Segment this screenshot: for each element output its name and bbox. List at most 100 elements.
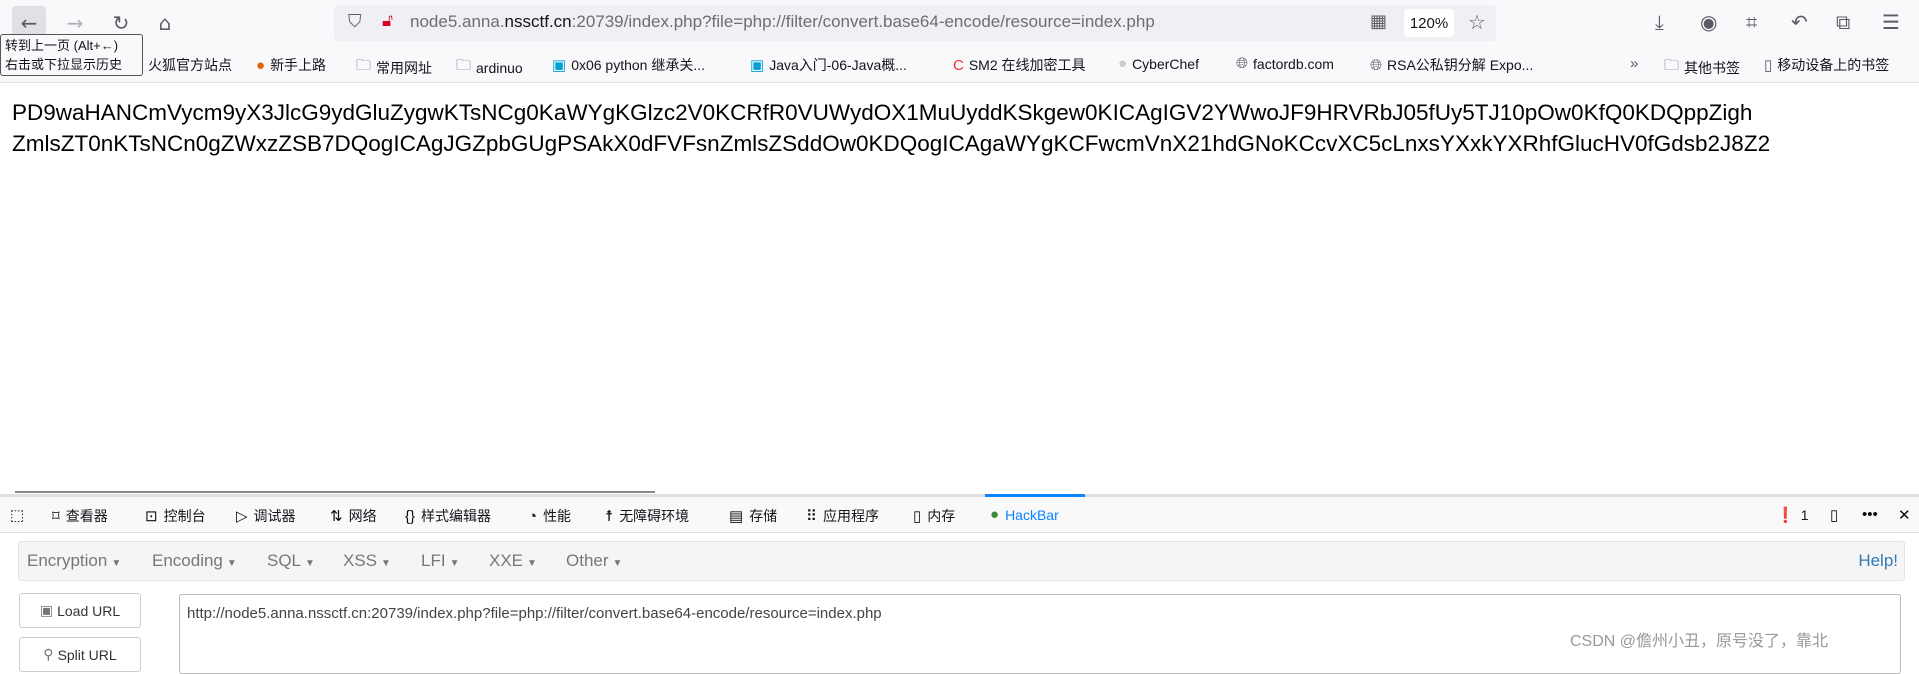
bookmark-item[interactable]: 🌐︎ RSA公私钥分解 Expo... [1370, 55, 1533, 75]
caret-down-icon: ▼ [226, 558, 237, 569]
qr-code-icon[interactable]: ▦ [1370, 11, 1387, 32]
close-icon: ✕ [1898, 507, 1911, 524]
gauge-icon: ◔ [528, 507, 538, 525]
hackbar-menu: Encryption ▼ Encoding ▼ SQL ▼ XSS ▼ LFI ▼ XXE… [18, 541, 1905, 581]
active-tab-indicator [985, 494, 1085, 497]
menu-icon[interactable]: ☰ [1882, 10, 1900, 34]
zoom-level-button[interactable]: 120% [1404, 9, 1454, 37]
bookmark-folder[interactable]: ▯ 移动设备上的书签 [1764, 55, 1889, 75]
horizontal-scrollbar[interactable] [15, 491, 655, 493]
tab-performance[interactable]: ◔ 性能 [528, 506, 571, 526]
split-icon: ⚲ [43, 646, 54, 662]
globe-icon: 🌐︎ [1236, 55, 1249, 72]
menu-encoding[interactable]: Encoding ▼ [152, 551, 237, 571]
storage-icon: ▤ [729, 508, 744, 525]
bookmark-item[interactable]: ● CyberChef [1118, 55, 1199, 72]
url-text[interactable]: node5.anna.nssctf.cn:20739/index.php?fil… [410, 12, 1155, 32]
inspector-icon: ⌑ [52, 508, 60, 525]
shield-icon[interactable]: ⛉ [348, 11, 362, 32]
element-picker-button[interactable]: ⬚ [10, 506, 24, 524]
devtools-tabbar: ⬚ ⌑ 查看器 ⊡ 控制台 ▷ 调试器 ⇅ 网络 {} 样式编辑器 ◔ 性能 ☨ 无障碍环境 … [0, 494, 1919, 533]
download-icon[interactable]: ⤓ [1655, 10, 1664, 34]
menu-encryption[interactable]: Encryption ▼ [27, 551, 121, 571]
load-icon: ▣ [39, 602, 54, 618]
chef-hat-icon: ● [1118, 55, 1128, 72]
bookmark-item[interactable]: ●火狐官方站点 [134, 55, 232, 75]
bookmark-folder[interactable]: 🗀 其他书签 [1664, 55, 1740, 80]
console-icon: ⊡ [145, 508, 158, 525]
nav-toolbar: ← → ↻ ⌂ ⛉ 🔓︎ node5.anna.nssctf.cn:20739/… [0, 0, 1919, 46]
caret-down-icon: ▼ [305, 558, 315, 569]
home-button[interactable]: ⌂ [148, 6, 182, 40]
back-tooltip: 转到上一页 (Alt+←) 右击或下拉显示历史 [0, 34, 143, 76]
menu-lfi[interactable]: LFI ▼ [421, 551, 459, 571]
close-devtools-button[interactable]: ✕ [1898, 506, 1911, 524]
dock-icon: ▯ [1830, 507, 1839, 524]
dock-button[interactable]: ▯ [1830, 506, 1838, 524]
watermark: CSDN @儋州小丑，原号没了，靠北 [1570, 633, 1829, 650]
debugger-icon: ▷ [236, 508, 248, 525]
caret-down-icon: ▼ [527, 558, 537, 569]
more-bookmarks-chevron-icon[interactable]: » [1630, 55, 1638, 72]
bilibili-icon: ▣ [750, 57, 765, 74]
folder-icon: 🗀 [456, 57, 472, 74]
bookmarks-bar: ●火狐官方站点 ●新手上路 🗀常用网址 🗀ardinuo ▣0x06 pytho… [0, 46, 1919, 83]
tab-network[interactable]: ⇅ 网络 [330, 506, 377, 526]
tab-hackbar[interactable]: ● HackBar [990, 506, 1059, 523]
bookmark-item[interactable]: ● 新手上路 [256, 55, 326, 75]
globe-icon: 🌐︎ [1370, 56, 1383, 74]
url-bar[interactable]: ⛉ 🔓︎ node5.anna.nssctf.cn:20739/index.ph… [334, 5, 1496, 41]
folder-icon: 🗀 [1664, 57, 1680, 74]
grid-icon: ⠿ [806, 508, 817, 525]
bookmark-item[interactable]: ▣ 0x06 python 继承关... [552, 55, 705, 75]
page-content: PD9waHANCmVycm9yX3JlcG9ydGluZygwKTsNCg0K… [12, 97, 1919, 159]
bookmark-item[interactable]: ▣ Java入门-06-Java概... [750, 55, 907, 75]
caret-down-icon: ▼ [612, 558, 623, 569]
account-icon[interactable]: ◉ [1700, 10, 1717, 34]
folder-icon: 🗀 [356, 57, 372, 74]
tab-inspector[interactable]: ⌑ 查看器 [52, 506, 108, 526]
bookmark-item[interactable]: C SM2 在线加密工具 [953, 55, 1086, 75]
network-icon: ⇅ [330, 508, 343, 525]
devtools-panel: ⬚ ⌑ 查看器 ⊡ 控制台 ▷ 调试器 ⇅ 网络 {} 样式编辑器 ◔ 性能 ☨ 无障碍环境 … [0, 494, 1919, 674]
picker-icon: ⬚ [10, 507, 25, 524]
load-url-button[interactable]: ▣ Load URL [19, 593, 141, 628]
firefox-icon: ● [256, 56, 266, 74]
bookmark-item[interactable]: 🌐︎ factordb.com [1236, 55, 1334, 72]
undo-icon[interactable]: ↶ [1791, 10, 1808, 34]
extensions-icon[interactable]: ⧉ [1836, 10, 1850, 34]
tab-application[interactable]: ⠿ 应用程序 [806, 506, 879, 526]
star-icon[interactable]: ☆ [1468, 10, 1486, 34]
menu-xxe[interactable]: XXE ▼ [489, 551, 537, 571]
memory-icon: ▯ [913, 508, 922, 525]
caret-down-icon: ▼ [381, 558, 391, 569]
tab-console[interactable]: ⊡ 控制台 [145, 506, 206, 526]
bilibili-icon: ▣ [552, 57, 567, 74]
insecure-lock-icon[interactable]: 🔓︎ [382, 11, 393, 31]
tab-memory[interactable]: ▯ 内存 [913, 506, 955, 526]
error-count-button[interactable]: ❗ 1 [1776, 506, 1808, 524]
menu-xss[interactable]: XSS ▼ [343, 551, 391, 571]
tab-style-editor[interactable]: {} 样式编辑器 [405, 506, 491, 526]
braces-icon: {} [405, 507, 416, 525]
c-logo-icon: C [953, 56, 964, 74]
tab-accessibility[interactable]: ☨ 无障碍环境 [605, 506, 689, 526]
hackbar-icon: ● [990, 506, 1000, 523]
tab-storage[interactable]: ▤ 存储 [729, 506, 777, 526]
caret-down-icon: ▼ [111, 558, 122, 569]
tab-debugger[interactable]: ▷ 调试器 [236, 506, 296, 526]
menu-sql[interactable]: SQL ▼ [267, 551, 315, 571]
bookmark-folder[interactable]: 🗀 常用网址 [356, 55, 432, 80]
mobile-icon: ▯ [1764, 57, 1773, 74]
accessibility-icon: ☨ [605, 508, 614, 525]
crop-icon[interactable]: ⌗ [1746, 10, 1757, 34]
menu-other[interactable]: Other ▼ [566, 551, 622, 571]
caret-down-icon: ▼ [449, 558, 460, 569]
error-icon: ❗ [1776, 507, 1795, 524]
more-options-button[interactable]: ••• [1862, 506, 1878, 523]
bookmark-folder[interactable]: 🗀 ardinuo [456, 55, 523, 80]
help-link[interactable]: Help! [1858, 551, 1898, 571]
split-url-button[interactable]: ⚲ Split URL [19, 637, 141, 672]
more-icon: ••• [1862, 506, 1878, 523]
base64-line: PD9waHANCmVycm9yX3JlcG9ydGluZygwKTsNCg0K… [12, 100, 1753, 125]
